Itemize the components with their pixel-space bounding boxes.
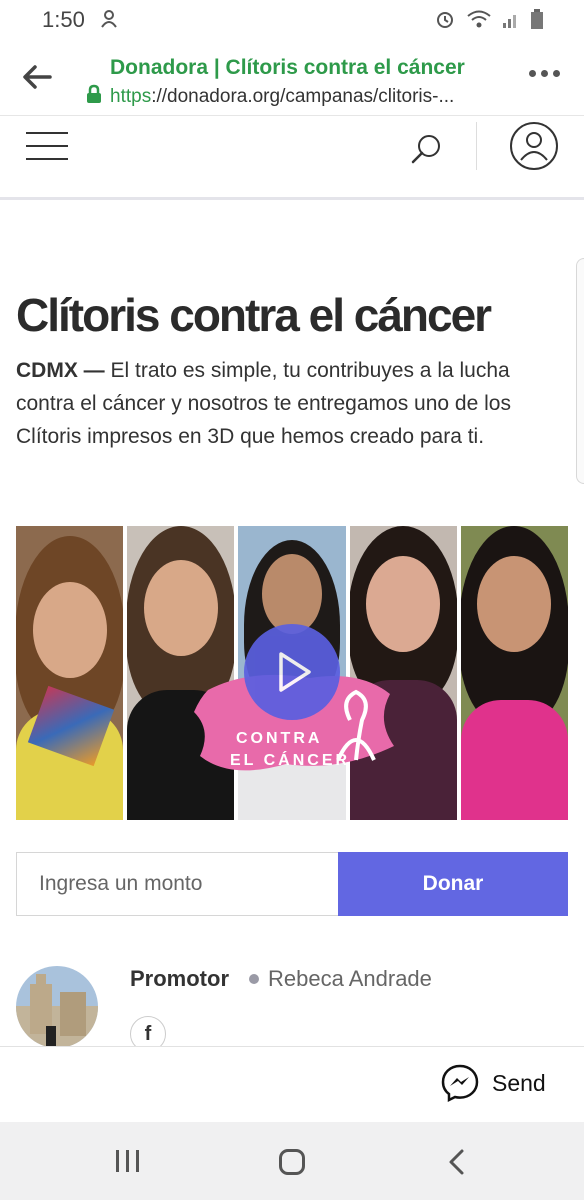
url-text: ://donadora.org/campanas/clitoris-... bbox=[151, 86, 455, 107]
url-scheme: https bbox=[110, 86, 152, 107]
play-video-button[interactable] bbox=[244, 624, 340, 720]
send-label: Send bbox=[492, 1069, 546, 1096]
promoter-avatar[interactable] bbox=[16, 966, 98, 1048]
separator-dot bbox=[249, 974, 259, 984]
system-navigation-bar bbox=[0, 1122, 584, 1200]
address-bar[interactable]: https://donadora.org/campanas/clitoris-.… bbox=[86, 84, 454, 110]
battery-icon bbox=[530, 8, 544, 35]
user-account-icon[interactable] bbox=[508, 120, 560, 177]
logo-text-line2: EL CÁNCER bbox=[230, 752, 351, 769]
campaign-location: CDMX — bbox=[16, 359, 105, 382]
promoter-name[interactable]: Rebeca Andrade bbox=[268, 966, 432, 992]
menu-icon[interactable] bbox=[26, 132, 68, 171]
home-icon[interactable] bbox=[279, 1149, 305, 1175]
search-icon[interactable] bbox=[410, 132, 444, 171]
site-header bbox=[0, 116, 584, 200]
alarm-icon bbox=[434, 8, 456, 35]
header-divider bbox=[476, 122, 477, 170]
campaign-title: Clítoris contra el cáncer bbox=[16, 289, 492, 341]
recent-apps-icon[interactable] bbox=[116, 1150, 139, 1172]
play-icon bbox=[279, 652, 311, 692]
status-bar: 1:50 bbox=[0, 0, 584, 40]
messenger-share-bar: Send bbox=[0, 1046, 584, 1122]
status-icons bbox=[434, 8, 544, 35]
wifi-icon bbox=[466, 9, 492, 34]
lock-icon bbox=[86, 84, 102, 110]
logo-text-line1: CONTRA bbox=[236, 730, 323, 747]
browser-page-title: Donadora | Clítoris contra el cáncer bbox=[110, 56, 465, 79]
scroll-handle[interactable] bbox=[576, 258, 584, 484]
photo-panel-5 bbox=[460, 526, 569, 820]
signal-icon bbox=[502, 9, 520, 34]
promoter-role: Promotor bbox=[130, 966, 229, 991]
notification-icon bbox=[98, 8, 120, 35]
donate-button[interactable]: Donar bbox=[338, 852, 568, 916]
campaign-description: CDMX — El trato es simple, tu contribuye… bbox=[16, 354, 556, 453]
status-time: 1:50 bbox=[42, 7, 85, 32]
more-options-icon[interactable] bbox=[529, 70, 560, 77]
donation-amount-input[interactable] bbox=[16, 852, 338, 916]
photo-panel-1 bbox=[16, 526, 124, 820]
browser-toolbar: Donadora | Clítoris contra el cáncer htt… bbox=[0, 40, 584, 116]
browser-back-arrow-icon[interactable] bbox=[22, 64, 52, 95]
system-back-icon[interactable] bbox=[446, 1148, 466, 1181]
messenger-send-button[interactable]: Send bbox=[440, 1063, 546, 1103]
messenger-icon bbox=[441, 1064, 479, 1103]
